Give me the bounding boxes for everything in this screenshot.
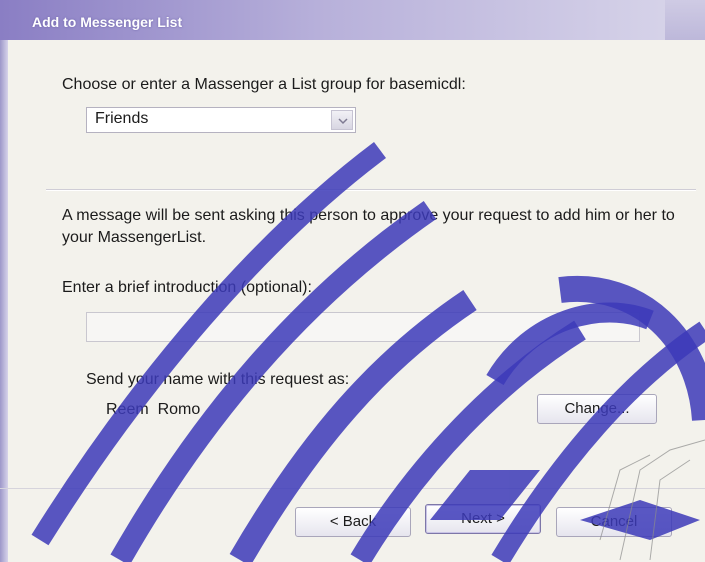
window-title: Add to Messenger List [32,14,183,30]
sender-name: Reem Romo [106,401,201,418]
cancel-button[interactable]: Cancel [556,507,672,537]
chevron-down-icon [338,118,348,125]
title-bar-controls [665,0,705,40]
change-name-button[interactable]: Change... [537,394,657,424]
group-prompt-label: Choose or enter a Massenger a List group… [62,76,466,93]
group-select[interactable]: Friends [86,107,356,133]
next-button[interactable]: Next > [425,504,541,534]
title-bar[interactable]: Add to Messenger List [0,0,705,40]
group-select-toggle[interactable] [331,110,353,130]
intro-label: Enter a brief introduction (optional): [62,279,312,296]
request-notice: A message will be sent asking this perso… [62,207,675,246]
add-contact-dialog: Add to Messenger List Choose or enter a … [0,0,705,562]
window-frame-left [0,40,8,562]
footer-divider [0,488,705,489]
back-button[interactable]: < Back [295,507,411,537]
group-select-value: Friends [95,110,149,127]
intro-input[interactable] [86,312,640,342]
send-as-label: Send your name with this request as: [86,371,350,388]
section-divider [46,189,696,191]
